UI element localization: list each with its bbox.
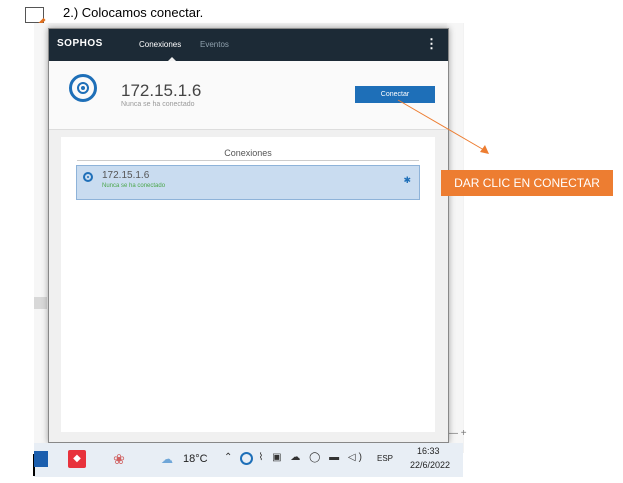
weather-icon[interactable]: ☁ <box>161 452 173 466</box>
anydesk-icon[interactable]: ◆ <box>68 450 86 468</box>
clock-time[interactable]: 16:33 <box>417 446 440 456</box>
clock-date[interactable]: 22/6/2022 <box>410 460 450 470</box>
sophos-tray-icon[interactable] <box>240 452 253 465</box>
language-indicator[interactable]: ESP <box>377 454 393 463</box>
app-taskbar-icon[interactable]: ❀ <box>110 450 128 468</box>
annotation-callout: DAR CLIC EN CONECTAR <box>441 170 613 196</box>
start-button-icon[interactable] <box>34 451 48 467</box>
temperature[interactable]: 18°C <box>183 453 208 465</box>
annotation-arrow <box>397 99 489 154</box>
